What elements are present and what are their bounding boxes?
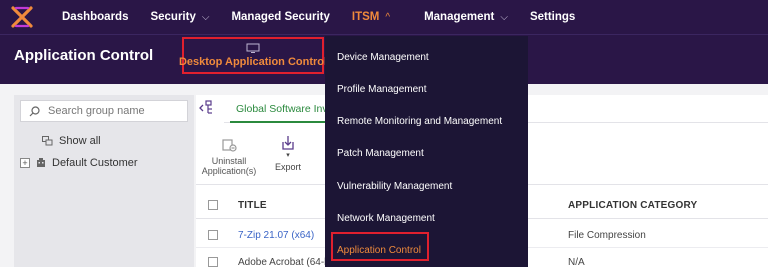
- top-nav-bar: Dashboards Security ⌵ Managed Security I…: [0, 0, 768, 34]
- uninstall-icon: [222, 139, 237, 152]
- menu-item-patch-management[interactable]: Patch Management: [337, 148, 424, 159]
- itsm-dropdown-menu: Device Management Profile Management Rem…: [325, 36, 528, 267]
- app-logo-icon[interactable]: [0, 0, 44, 34]
- uninstall-button[interactable]: Uninstall Application(s): [202, 137, 256, 176]
- menu-item-remote-monitoring[interactable]: Remote Monitoring and Management: [337, 116, 502, 127]
- menu-item-profile-management[interactable]: Profile Management: [337, 84, 427, 95]
- search-input[interactable]: Search group name: [20, 100, 188, 122]
- row-checkbox[interactable]: [208, 257, 218, 267]
- group-sidebar: Search group name Show all + Default Cus…: [14, 95, 194, 267]
- nav-security[interactable]: Security ⌵: [150, 11, 209, 23]
- nav-dashboards[interactable]: Dashboards: [62, 11, 128, 23]
- tree-item-default-customer[interactable]: + Default Customer: [20, 157, 138, 169]
- application-category: File Compression: [568, 230, 646, 241]
- column-header-title[interactable]: TITLE: [238, 200, 267, 211]
- expand-icon[interactable]: +: [20, 158, 30, 168]
- menu-item-application-control[interactable]: Application Control: [337, 245, 421, 256]
- nav-itsm[interactable]: ITSM ^: [352, 11, 390, 23]
- nav-management[interactable]: Management ⌵: [424, 11, 508, 23]
- group-icon: [42, 136, 53, 146]
- nav-settings[interactable]: Settings: [530, 11, 575, 23]
- search-placeholder: Search group name: [48, 105, 145, 117]
- export-button[interactable]: ▾ Export: [270, 135, 306, 172]
- dropdown-caret-icon: ▾: [286, 152, 290, 159]
- chevron-down-icon: ⌵: [500, 11, 508, 23]
- chevron-down-icon: ⌵: [201, 11, 210, 23]
- column-header-category[interactable]: APPLICATION CATEGORY: [568, 200, 697, 211]
- application-category: N/A: [568, 257, 585, 267]
- row-checkbox[interactable]: [208, 230, 218, 240]
- select-all-checkbox[interactable]: [208, 200, 218, 210]
- menu-item-network-management[interactable]: Network Management: [337, 213, 435, 224]
- search-icon: [29, 105, 40, 116]
- show-all-item[interactable]: Show all: [42, 135, 101, 147]
- tab-desktop-application-control[interactable]: Desktop Application Control: [178, 37, 328, 74]
- export-icon: [282, 136, 294, 150]
- chevron-up-icon: ^: [385, 11, 391, 23]
- menu-item-vulnerability-management[interactable]: Vulnerability Management: [337, 181, 452, 192]
- building-icon: [37, 158, 45, 167]
- application-title-link[interactable]: 7-Zip 21.07 (x64): [238, 230, 314, 241]
- collapse-tree-icon[interactable]: [198, 98, 218, 118]
- active-tab-indicator: [230, 121, 326, 123]
- tab-global-software-inventory[interactable]: Global Software Inven: [236, 103, 326, 115]
- monitor-icon: [246, 43, 260, 53]
- tab-label: Desktop Application Control: [178, 56, 328, 68]
- menu-item-device-management[interactable]: Device Management: [337, 52, 429, 63]
- nav-managed-security[interactable]: Managed Security: [231, 11, 329, 23]
- page-title: Application Control: [14, 47, 154, 64]
- application-title[interactable]: Adobe Acrobat (64-bit): [238, 257, 338, 267]
